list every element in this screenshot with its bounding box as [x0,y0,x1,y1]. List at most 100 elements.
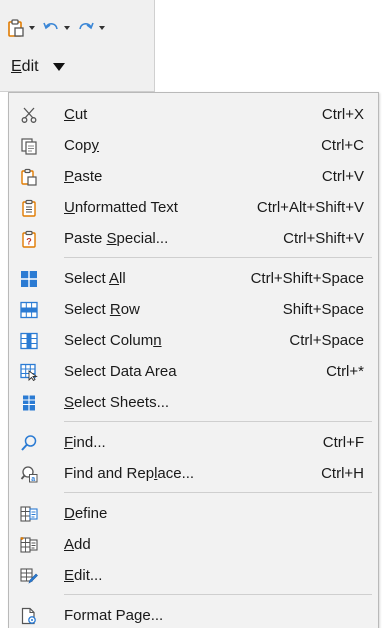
select-all-icon [20,270,38,288]
redo-icon [76,18,96,38]
mnemonic-letter: F [64,434,74,451]
menu-item-add[interactable]: Add [9,529,378,561]
menu-item-label: Edit... [64,567,102,584]
menu-item-label: Paste [64,168,102,185]
menu-item-select-data-area[interactable]: Select Data Area Ctrl+* [9,356,378,388]
menu-separator [64,421,372,422]
menu-item-label: Select Sheets... [64,394,169,411]
menu-item-format-page[interactable]: Format Page... [9,600,378,628]
mnemonic-letter: y [91,137,100,154]
menu-item-select-all[interactable]: Select All Ctrl+Shift+Space [9,263,378,295]
label-rest: dit... [74,567,103,584]
undo-dropdown-arrow-icon[interactable] [64,26,70,30]
edit-menu-label-rest: dit [21,58,39,75]
mnemonic-letter: E [64,567,75,584]
menu-item-label: Copy [64,137,99,154]
paste-special-icon: ? [20,230,38,248]
menu-item-select-sheets[interactable]: Select Sheets... [9,387,378,419]
menu-item-label: Find... [64,434,106,451]
menu-item-label: Unformatted Text [64,199,178,216]
edit-toolbar: Edit [0,0,155,92]
menu-item-define[interactable]: Define [9,498,378,530]
label-rest: aste [74,168,103,185]
menu-item-find-and-replace[interactable]: a Find and Replace... Ctrl+H [9,458,378,490]
menu-item-shortcut: Shift+Space [282,301,364,318]
edit-name-icon [20,567,38,585]
redo-button[interactable] [76,18,105,38]
menu-item-label: Find and Replace... [64,465,194,482]
label-rest: ut [74,106,88,123]
mnemonic-letter: A [109,270,120,287]
svg-text:a: a [31,476,35,483]
menu-item-label: Cut [64,106,87,123]
label-rest: dd [74,536,91,553]
menu-item-shortcut: Ctrl+X [321,106,364,123]
menu-item-shortcut: Ctrl+* [326,363,364,380]
paste-button[interactable] [6,18,35,38]
menu-item-label: Select All [64,270,126,287]
menu-item-paste[interactable]: Paste Ctrl+V [9,161,378,193]
mnemonic-letter: D [64,505,75,522]
label-rest: ind... [73,434,106,451]
label-start: Select Colum [64,332,154,349]
menu-item-label: Select Row [64,301,140,318]
label-rest: ow [120,301,140,318]
menu-item-label: Define [64,505,107,522]
edit-dropdown-menu: Cut Ctrl+X Copy Ctrl+C Paste Ctrl+V Unfo… [8,92,379,628]
format-page-icon [20,607,38,625]
menu-item-cut[interactable]: Cut Ctrl+X [9,99,378,131]
add-name-icon [20,536,38,554]
paste-icon [20,168,38,186]
menu-item-shortcut: Ctrl+Alt+Shift+V [256,199,364,216]
select-sheets-icon [20,394,38,412]
label-start: Select [64,301,110,318]
svg-text:?: ? [26,237,32,247]
edit-menu-label: Edit [11,58,39,76]
label-rest: elect Sheets... [74,394,170,411]
label-start: Cop [64,137,92,154]
menu-item-label: Add [64,536,91,553]
menu-item-edit[interactable]: Edit... [9,560,378,592]
label-rest: pecial... [116,230,169,247]
label-rest: ace... [157,465,195,482]
menu-item-paste-special[interactable]: ? Paste Special... Ctrl+Shift+V [9,223,378,255]
menu-separator [64,257,372,258]
find-replace-icon: a [20,465,38,483]
chevron-down-icon [52,63,65,71]
label-start: Select [64,270,110,287]
copy-icon [20,137,38,155]
find-icon [20,434,38,452]
menu-item-shortcut: Ctrl+Shift+Space [250,270,364,287]
mnemonic-letter: U [64,199,75,216]
menu-item-shortcut: Ctrl+F [322,434,364,451]
mnemonic-letter: A [64,536,75,553]
edit-menu-label-mnemonic: E [11,58,22,75]
menu-item-shortcut: Ctrl+C [321,137,364,154]
toolbar-buttons-row [6,18,105,38]
paste-icon [6,18,26,38]
menu-item-label: Format Page... [64,607,164,624]
undo-icon [41,18,61,38]
cut-icon [20,106,38,124]
menu-item-shortcut: Ctrl+V [321,168,364,185]
menu-item-shortcut: Ctrl+H [321,465,364,482]
menu-item-label: Select Data Area [64,363,177,380]
redo-dropdown-arrow-icon[interactable] [99,26,105,30]
menu-separator [64,492,372,493]
menu-item-select-column[interactable]: Select Column Ctrl+Space [9,325,378,357]
edit-menu-button[interactable]: Edit [11,58,65,76]
undo-button[interactable] [41,18,70,38]
menu-item-find[interactable]: Find... Ctrl+F [9,427,378,459]
mnemonic-letter: C [64,106,75,123]
menu-item-shortcut: Ctrl+Shift+V [283,230,364,247]
mnemonic-letter: R [109,301,121,318]
label-rest: ll [119,270,126,287]
menu-item-copy[interactable]: Copy Ctrl+C [9,130,378,162]
label-rest: nformatted Text [74,199,178,216]
label-start: Find and Rep [64,465,155,482]
label-rest: efine [74,505,108,522]
menu-item-select-row[interactable]: Select Row Shift+Space [9,294,378,326]
menu-item-label: Paste Special... [64,230,168,247]
paste-dropdown-arrow-icon[interactable] [29,26,35,30]
menu-item-unformatted-text[interactable]: Unformatted Text Ctrl+Alt+Shift+V [9,192,378,224]
